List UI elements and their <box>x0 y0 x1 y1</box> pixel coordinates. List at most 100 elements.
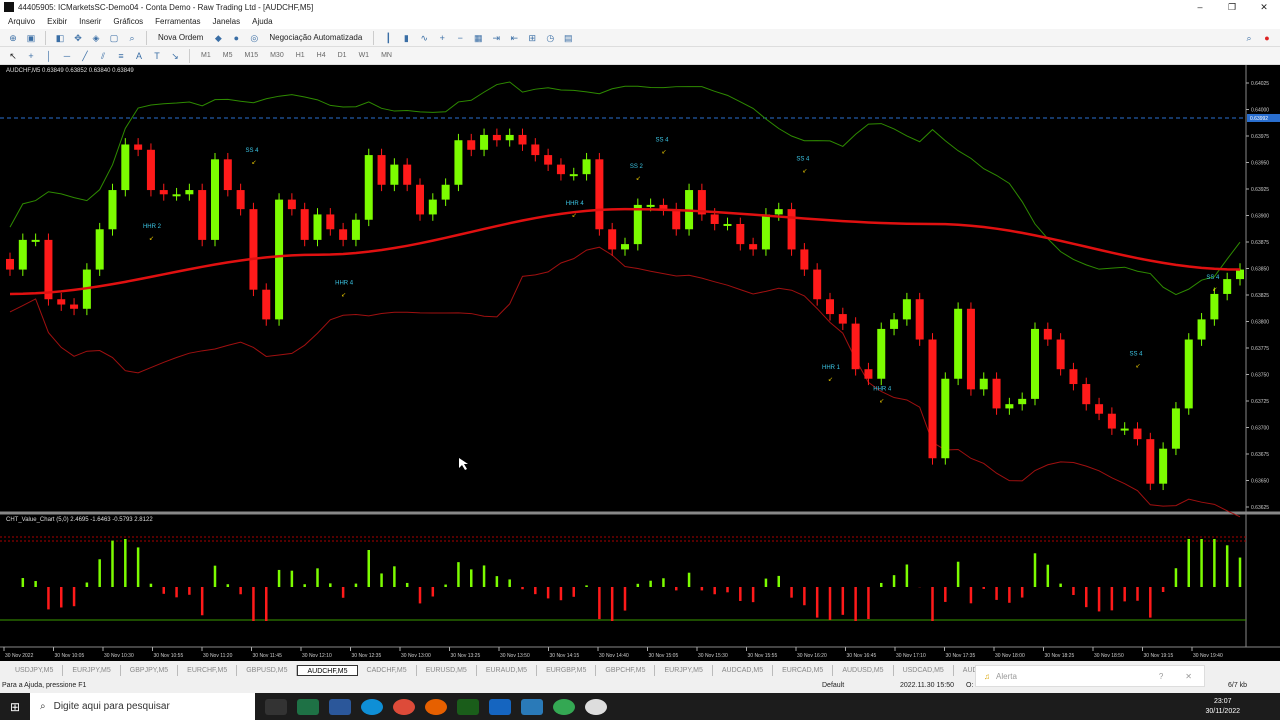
data-window-icon[interactable]: ✥ <box>71 31 85 45</box>
tester-icon[interactable]: ⌕ <box>125 31 139 45</box>
time-tick-label: 30 Nov 15:30 <box>698 653 728 659</box>
new-chart-icon[interactable]: ⊕ <box>6 31 20 45</box>
chart-tab[interactable]: CADCHF,M5 <box>358 664 417 676</box>
fibonacci-icon[interactable]: ≡ <box>114 49 128 63</box>
system-clock[interactable]: 23:07 30/11/2022 <box>1205 697 1240 717</box>
menu-janelas[interactable]: Janelas <box>213 17 241 26</box>
chart-tab[interactable]: USDJPY,M5 <box>6 664 64 676</box>
periods-icon[interactable]: ◷ <box>543 31 557 45</box>
minimize-button[interactable]: – <box>1184 2 1216 13</box>
alert-help-button[interactable]: ? <box>1159 672 1163 681</box>
chart-tab[interactable]: GBPUSD,M5 <box>237 664 298 676</box>
chart-tab[interactable]: GBPJPY,M5 <box>121 664 179 676</box>
tile-icon[interactable]: ▦ <box>471 31 485 45</box>
chart-window[interactable]: 0.64025 0.64000 0.63975 0.63950 0.63925 0.639… <box>0 65 1280 661</box>
chart-tab[interactable]: EURJPY,M5 <box>63 664 121 676</box>
app-icon <box>4 2 14 12</box>
cursor-icon[interactable]: ↖ <box>6 49 20 63</box>
chart-tab[interactable]: EURJPY,M5 <box>655 664 713 676</box>
terminal-icon[interactable]: ▢ <box>107 31 121 45</box>
label-icon[interactable]: T <box>150 49 164 63</box>
separator <box>146 30 147 45</box>
bar-chart-icon[interactable]: ┃ <box>381 31 395 45</box>
trendline-icon[interactable]: ╱ <box>78 49 92 63</box>
channel-icon[interactable]: ⫽ <box>96 49 110 63</box>
maximize-button[interactable]: ❐ <box>1216 2 1248 13</box>
metaeditor-icon[interactable]: ◆ <box>211 31 225 45</box>
candlestick-icon[interactable]: ▮ <box>399 31 413 45</box>
bear-candle <box>1043 328 1052 340</box>
chart-tab[interactable]: EURUSD,M5 <box>417 664 477 676</box>
help-text: Para a Ajuda, pressione F1 <box>2 682 87 689</box>
chrome-icon[interactable] <box>393 698 415 715</box>
timeframe-m15[interactable]: M15 <box>240 52 262 59</box>
word-icon[interactable] <box>329 698 351 715</box>
timeframe-d1[interactable]: D1 <box>334 52 351 59</box>
menu-inserir[interactable]: Inserir <box>79 17 101 26</box>
menu-ferramentas[interactable]: Ferramentas <box>155 17 200 26</box>
bull-candle <box>211 159 219 240</box>
excel-icon[interactable] <box>297 698 319 715</box>
horizontal-line-icon[interactable]: ─ <box>60 49 74 63</box>
alert-popup[interactable]: ♫ Alerta ? ✕ <box>975 665 1205 687</box>
time-tick-label: 30 Nov 2022 <box>5 653 34 659</box>
navigator-icon[interactable]: ◈ <box>89 31 103 45</box>
chrome-icon[interactable] <box>553 698 575 715</box>
app-icon[interactable] <box>489 698 511 715</box>
text-icon[interactable]: A <box>132 49 146 63</box>
autoscroll-icon[interactable]: ⇥ <box>489 31 503 45</box>
timeframe-h1[interactable]: H1 <box>292 52 309 59</box>
timeframe-h4[interactable]: H4 <box>313 52 330 59</box>
zoom-out-icon[interactable]: − <box>453 31 467 45</box>
metatrader-icon[interactable] <box>457 698 479 715</box>
bull-candle <box>1159 448 1168 484</box>
menu-arquivo[interactable]: Arquivo <box>8 17 35 26</box>
alert-close-button[interactable]: ✕ <box>1185 672 1192 681</box>
menu-ajuda[interactable]: Ajuda <box>252 17 272 26</box>
indicators-icon[interactable]: ⊞ <box>525 31 539 45</box>
bull-candle <box>1210 293 1219 320</box>
crosshair-icon[interactable]: + <box>24 49 38 63</box>
chart-tab[interactable]: AUDUSD,M5 <box>833 664 894 676</box>
auto-trading-button[interactable]: Negociação Automatizada <box>265 32 366 43</box>
chart-tab[interactable]: AUDCHF,M5 <box>297 664 358 676</box>
timeframe-m1[interactable]: M1 <box>197 52 215 59</box>
zoom-in-icon[interactable]: + <box>435 31 449 45</box>
windows-start-icon[interactable]: ⊞ <box>10 700 20 714</box>
new-order-button[interactable]: Nova Ordem <box>154 32 207 43</box>
line-chart-icon[interactable]: ∿ <box>417 31 431 45</box>
timeframe-mn[interactable]: MN <box>377 52 396 59</box>
menu-exibir[interactable]: Exibir <box>47 17 67 26</box>
chart-tab[interactable]: EURCAD,M5 <box>773 664 834 676</box>
chart-tab[interactable]: EURCHF,M5 <box>178 664 238 676</box>
bear-candle <box>300 209 309 240</box>
chart-tab[interactable]: GBPCHF,M5 <box>596 664 656 676</box>
chart-tab[interactable]: AUDCAD,M5 <box>713 664 774 676</box>
templates-icon[interactable]: ▤ <box>561 31 575 45</box>
menu-graficos[interactable]: Gráficos <box>113 17 143 26</box>
time-tick-label: 30 Nov 12:35 <box>352 653 382 659</box>
taskbar-search[interactable]: ⌕ Digite aqui para pesquisar <box>30 693 255 720</box>
shapes-icon[interactable]: ↘ <box>168 49 182 63</box>
timeframe-m30[interactable]: M30 <box>266 52 288 59</box>
chart-tab[interactable]: EURGBP,M5 <box>537 664 597 676</box>
chart-shift-icon[interactable]: ⇤ <box>507 31 521 45</box>
edge-icon[interactable] <box>361 698 383 715</box>
app-icon[interactable] <box>585 698 607 715</box>
signals-icon[interactable]: ◎ <box>247 31 261 45</box>
market-watch-icon[interactable]: ◧ <box>53 31 67 45</box>
alert-icon[interactable]: ● <box>1260 31 1274 45</box>
app-icon[interactable] <box>521 698 543 715</box>
task-view-icon[interactable] <box>265 698 287 715</box>
profiles-icon[interactable]: ▣ <box>24 31 38 45</box>
timeframe-m5[interactable]: M5 <box>219 52 237 59</box>
search-icon[interactable]: ⌕ <box>1242 31 1256 45</box>
price-chart[interactable]: 0.64025 0.64000 0.63975 0.63950 0.63925 0.639… <box>0 65 1280 661</box>
firefox-icon[interactable] <box>425 698 447 715</box>
chart-tab[interactable]: USDCAD,M5 <box>894 664 954 676</box>
vertical-line-icon[interactable]: │ <box>42 49 56 63</box>
close-button[interactable]: ✕ <box>1248 2 1280 13</box>
community-icon[interactable]: ● <box>229 31 243 45</box>
chart-tab[interactable]: EURAUD,M5 <box>477 664 538 676</box>
timeframe-w1[interactable]: W1 <box>355 52 374 59</box>
